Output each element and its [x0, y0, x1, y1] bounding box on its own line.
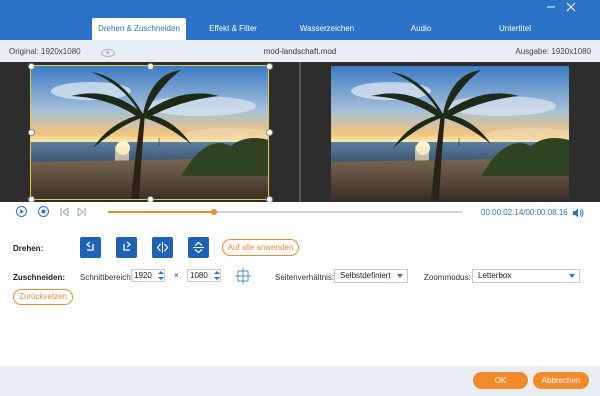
preview-divider: [299, 62, 301, 202]
flip-vertical-icon: [193, 241, 204, 254]
skip-back-icon[interactable]: [60, 206, 70, 218]
rotate-left-icon: [86, 241, 94, 251]
crop-handle[interactable]: [28, 129, 35, 136]
timeline-progress: [108, 211, 215, 213]
zoom-mode-label: Zoommodus:: [424, 273, 471, 282]
aspect-ratio-select[interactable]: Selbstdefiniert: [334, 269, 408, 283]
beach-scene-image: [331, 66, 569, 200]
flip-horizontal-icon: [156, 242, 169, 253]
stop-icon[interactable]: [38, 206, 49, 217]
aspect-ratio-value: Selbstdefiniert: [340, 271, 391, 280]
footer-bar: OK Abbrechen: [0, 366, 600, 396]
tab-audio[interactable]: Audio: [374, 18, 468, 40]
play-icon[interactable]: [16, 206, 27, 217]
flip-horizontal-button[interactable]: [152, 237, 173, 258]
rotate-right-button[interactable]: [116, 237, 137, 258]
output-resolution: Ausgabe: 1920x1080: [515, 47, 591, 56]
width-stepper[interactable]: [157, 269, 165, 282]
multiply-sign: ×: [174, 271, 179, 280]
skip-forward-icon[interactable]: [76, 206, 86, 218]
playback-bar: 00:00:02.14/00:00:08.16: [0, 202, 600, 222]
height-stepper[interactable]: [213, 269, 221, 282]
title-bar: Drehen & Zuschneiden Effekt & Filter Was…: [0, 0, 600, 40]
tab-watermark[interactable]: Wasserzeichen: [280, 18, 374, 40]
aspect-ratio-label: Seitenverhältnis:: [275, 273, 335, 282]
minimize-icon[interactable]: [544, 2, 558, 16]
file-name: mod-landschaft.mod: [263, 47, 337, 56]
ok-button[interactable]: OK: [473, 372, 528, 389]
flip-vertical-button[interactable]: [188, 237, 209, 258]
apply-all-button[interactable]: Auf alle anwenden: [222, 239, 299, 256]
zoom-mode-value: Letterbox: [478, 271, 512, 280]
info-bar: Original: 1920x1080 mod-landschaft.mod A…: [0, 40, 600, 62]
rotate-left-button[interactable]: [80, 237, 101, 258]
tab-rotate-crop[interactable]: Drehen & Zuschneiden: [92, 18, 186, 40]
chevron-down-icon: [569, 274, 575, 278]
tab-subtitle[interactable]: Untertitel: [468, 18, 562, 40]
reset-button[interactable]: Zurücksetzen: [13, 289, 73, 305]
close-icon[interactable]: [564, 2, 578, 16]
center-crop-icon[interactable]: [234, 267, 252, 287]
rotate-right-icon: [123, 241, 131, 251]
crop-handle[interactable]: [266, 129, 273, 136]
crop-label: Zuschneiden:: [13, 273, 66, 282]
chevron-down-icon: [397, 274, 403, 278]
time-display: 00:00:02.14/00:00:08.16: [481, 208, 568, 217]
rotate-label: Drehen:: [13, 244, 44, 253]
crop-handle[interactable]: [266, 63, 273, 70]
tab-effect-filter[interactable]: Effekt & Filter: [186, 18, 280, 40]
tab-bar: Drehen & Zuschneiden Effekt & Filter Was…: [92, 18, 562, 40]
volume-icon[interactable]: [572, 208, 584, 220]
timeline-handle[interactable]: [211, 209, 218, 215]
app-window: Drehen & Zuschneiden Effekt & Filter Was…: [0, 0, 600, 396]
output-preview: [331, 66, 569, 200]
crop-handle[interactable]: [147, 63, 154, 70]
crop-frame[interactable]: [30, 65, 269, 200]
crop-area-label: Schnittbereich:: [80, 273, 133, 282]
zoom-mode-select[interactable]: Letterbox: [472, 269, 580, 283]
cancel-button[interactable]: Abbrechen: [533, 372, 589, 389]
crop-handle[interactable]: [28, 63, 35, 70]
timeline-track[interactable]: [108, 209, 462, 215]
